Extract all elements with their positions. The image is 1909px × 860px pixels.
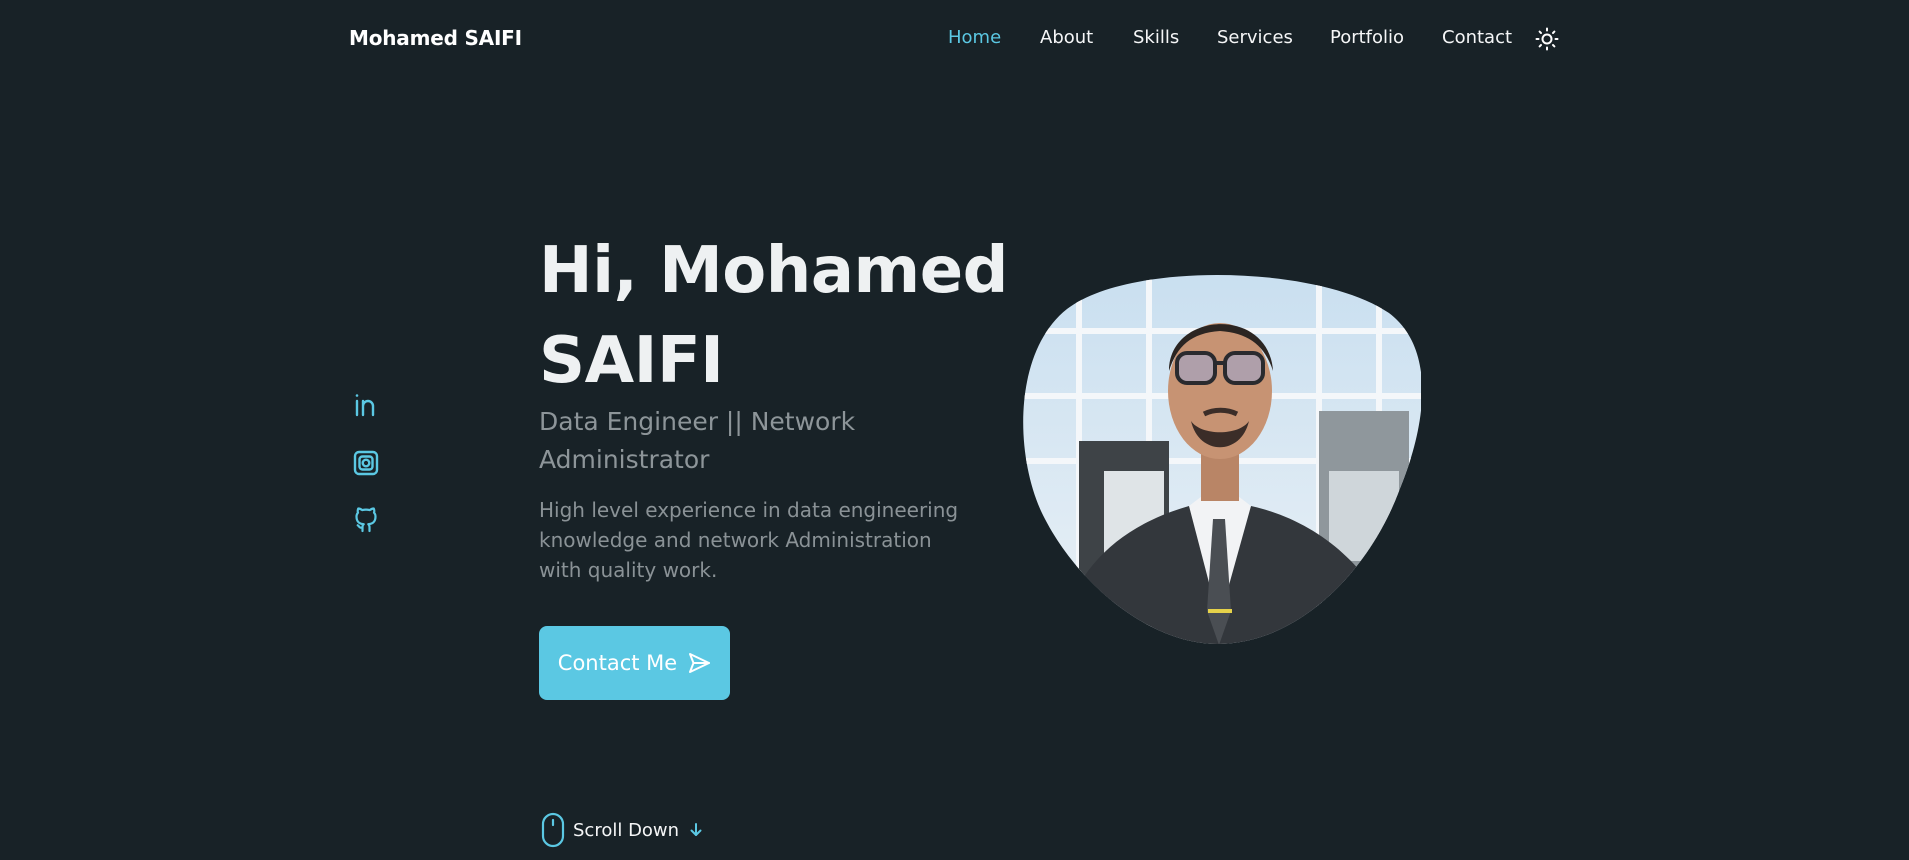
- hero-title-line2: SAIFI: [539, 324, 724, 398]
- theme-toggle-button[interactable]: [1535, 27, 1559, 51]
- scroll-down-label: Scroll Down: [573, 819, 680, 841]
- instagram-icon: [353, 450, 379, 476]
- nav-portfolio[interactable]: Portfolio: [1330, 27, 1404, 48]
- scroll-down-link[interactable]: Scroll Down: [541, 812, 705, 848]
- nav-home[interactable]: Home: [948, 27, 1001, 48]
- linkedin-icon: [355, 394, 375, 417]
- contact-me-button[interactable]: Contact Me: [539, 626, 730, 700]
- sun-icon: [1535, 27, 1559, 51]
- nav-services[interactable]: Services: [1217, 27, 1293, 48]
- instagram-link[interactable]: [352, 449, 380, 477]
- github-link[interactable]: [352, 506, 380, 534]
- nav-skills[interactable]: Skills: [1133, 27, 1179, 48]
- linkedin-link[interactable]: [352, 391, 380, 419]
- hero-description: High level experience in data engineerin…: [539, 498, 959, 582]
- nav-contact[interactable]: Contact: [1442, 27, 1512, 48]
- send-icon: [689, 653, 711, 673]
- header: Mohamed SAIFI Home About Skills Services…: [0, 0, 1909, 80]
- site-logo[interactable]: Mohamed SAIFI: [349, 26, 522, 50]
- contact-me-label: Contact Me: [557, 651, 678, 675]
- hero-subtitle: Data Engineer || Network Administrator: [539, 407, 856, 474]
- hero-title: Hi, Mohamed SAIFI: [539, 226, 1008, 406]
- profile-photo: [1023, 274, 1421, 645]
- hero-title-line1: Hi, Mohamed: [539, 234, 1008, 308]
- nav-about[interactable]: About: [1040, 27, 1093, 48]
- github-icon: [355, 507, 377, 533]
- mouse-icon: [541, 812, 565, 848]
- arrow-down-icon: [690, 823, 702, 836]
